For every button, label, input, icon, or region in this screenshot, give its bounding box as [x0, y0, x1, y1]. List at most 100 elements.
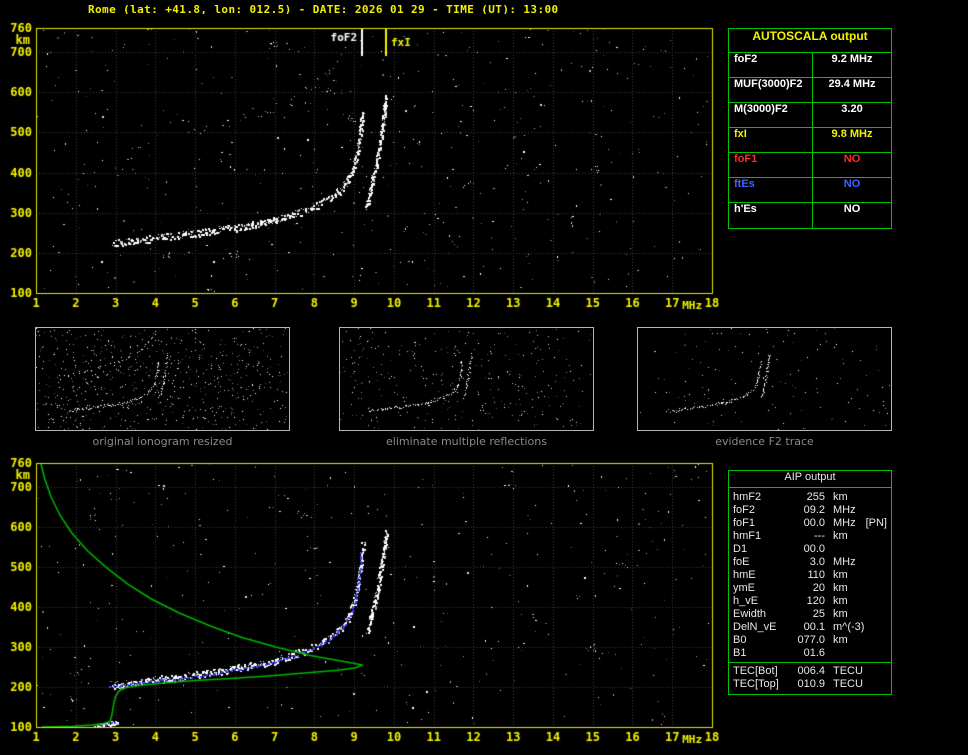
- thumbnail-original-ionogram-canvas: [35, 327, 290, 431]
- aip-param-label: foF2: [733, 504, 756, 516]
- top-ionogram-canvas: [0, 14, 726, 316]
- aip-param-label: TEC[Bot]: [733, 665, 778, 677]
- aip-row: foE 3.0 MHz: [729, 556, 891, 569]
- thumbnail-eliminate-reflections-canvas: [339, 327, 594, 431]
- aip-param-note: [863, 665, 887, 678]
- aip-param-note: [848, 569, 887, 582]
- autoscala-param-value: 3.20: [841, 103, 863, 115]
- aip-param-value: 00.1: [803, 621, 825, 633]
- aip-param-unit: km: [833, 608, 848, 620]
- autoscala-param-value: NO: [843, 153, 861, 165]
- aip-param-note: [848, 608, 887, 621]
- aip-param-value: 010.9: [797, 678, 825, 690]
- aip-row: D1 00.0: [729, 543, 891, 556]
- aip-param-unit: km: [833, 530, 848, 542]
- autoscala-row: foF1 NO: [729, 153, 891, 178]
- autoscala-row: h'Es NO: [729, 203, 891, 228]
- aip-row: hmE 110 km: [729, 569, 891, 582]
- aip-param-unit: MHz: [833, 504, 856, 516]
- aip-param-value: 255: [806, 491, 825, 503]
- aip-header: AIP output: [729, 471, 891, 488]
- aip-param-value: 077.0: [797, 634, 825, 646]
- aip-param-label: TEC[Top]: [733, 678, 779, 690]
- autoscala-row: ftEs NO: [729, 178, 891, 203]
- aip-row: hmF1 --- km: [729, 530, 891, 543]
- autoscala-param-label: foF2: [729, 53, 813, 77]
- autoscala-output-panel: AUTOSCALA output foF2 9.2 MHz MUF(3000)F…: [728, 28, 892, 229]
- aip-param-unit: km: [833, 595, 848, 607]
- thumbnail-caption: original ionogram resized: [92, 435, 233, 448]
- aip-param-unit: km: [833, 634, 848, 646]
- aip-row: B0 077.0 km: [729, 634, 891, 647]
- autoscala-param-value: 9.8 MHz: [831, 128, 873, 140]
- bottom-ionogram-canvas: [0, 455, 726, 755]
- aip-param-unit: TECU: [833, 665, 863, 677]
- aip-param-unit: MHz: [833, 517, 856, 529]
- aip-row: DelN_vE 00.1 m^(-3): [729, 621, 891, 634]
- aip-row: hmF2 255 km: [729, 491, 891, 504]
- aip-param-label: hmF1: [733, 530, 762, 542]
- aip-row: Ewidth 25 km: [729, 608, 891, 621]
- aip-param-note: [PN]: [865, 517, 887, 529]
- thumbnail-caption: evidence F2 trace: [715, 435, 814, 448]
- aip-param-note: [856, 504, 887, 517]
- autoscala-param-label: foF1: [729, 153, 813, 177]
- aip-rows: hmF2 255 km foF2 09.2 MHz foF1 00.0 MHz …: [729, 491, 891, 660]
- aip-param-note: [833, 647, 887, 660]
- autoscala-param-value: NO: [843, 203, 861, 215]
- autoscala-row: fxI 9.8 MHz: [729, 128, 891, 153]
- aip-param-label: foF1: [733, 517, 756, 529]
- aip-param-note: [863, 678, 887, 691]
- aip-param-label: h_vE: [733, 595, 759, 607]
- aip-param-label: Ewidth: [733, 608, 767, 620]
- aip-row: ymE 20 km: [729, 582, 891, 595]
- autoscala-param-label: MUF(3000)F2: [729, 78, 813, 102]
- aip-param-value: 110: [807, 569, 825, 581]
- aip-param-unit: km: [833, 491, 848, 503]
- aip-param-label: DelN_vE: [733, 621, 777, 633]
- aip-param-value: 00.0: [803, 517, 825, 529]
- aip-param-value: 09.2: [803, 504, 825, 516]
- aip-param-value: 3.0: [809, 556, 825, 568]
- aip-param-unit: km: [833, 582, 848, 594]
- aip-param-unit: m^(-3): [833, 621, 865, 633]
- aip-param-label: ymE: [733, 582, 755, 594]
- tec-divider: [729, 662, 891, 663]
- autoscala-header: AUTOSCALA output: [729, 29, 891, 53]
- tec-rows: TEC[Bot] 006.4 TECU TEC[Top] 010.9 TECU: [729, 665, 891, 691]
- aip-param-label: B0: [733, 634, 747, 646]
- autoscala-param-value: NO: [843, 178, 861, 190]
- aip-row: h_vE 120 km: [729, 595, 891, 608]
- aip-param-unit: MHz: [833, 556, 856, 568]
- autoscala-param-label: M(3000)F2: [729, 103, 813, 127]
- aip-param-note: [864, 621, 887, 634]
- autoscala-row: M(3000)F2 3.20: [729, 103, 891, 128]
- autoscala-screen: { "title": "Rome (lat: +41.8, lon: 012.5…: [0, 0, 968, 755]
- aip-param-note: [848, 582, 887, 595]
- aip-param-note: [856, 556, 887, 569]
- autoscala-row: foF2 9.2 MHz: [729, 53, 891, 78]
- aip-param-label: D1: [733, 543, 748, 555]
- aip-param-note: [833, 543, 887, 556]
- aip-param-value: 120: [806, 595, 825, 607]
- aip-param-note: [848, 530, 887, 543]
- aip-param-note: [848, 595, 887, 608]
- autoscala-param-value: 9.2 MHz: [831, 53, 873, 65]
- aip-param-value: 20: [812, 582, 825, 594]
- aip-param-note: [848, 634, 887, 647]
- autoscala-param-value: 29.4 MHz: [828, 78, 876, 90]
- aip-param-label: foE: [733, 556, 750, 568]
- aip-output-panel: AIP output hmF2 255 km foF2 09.2 MHz foF…: [728, 470, 892, 695]
- aip-param-unit: km: [833, 569, 848, 581]
- aip-param-value: 01.6: [803, 647, 825, 659]
- aip-param-label: hmE: [733, 569, 756, 581]
- aip-row: TEC[Bot] 006.4 TECU: [729, 665, 891, 678]
- thumbnail-caption: eliminate multiple reflections: [386, 435, 547, 448]
- aip-param-value: 00.0: [803, 543, 825, 555]
- thumbnail-evidence-f2-trace-canvas: [637, 327, 892, 431]
- autoscala-param-label: ftEs: [729, 178, 813, 202]
- autoscala-rows: foF2 9.2 MHz MUF(3000)F2 29.4 MHz M(3000…: [729, 53, 891, 228]
- aip-param-unit: TECU: [833, 678, 863, 690]
- aip-row: TEC[Top] 010.9 TECU: [729, 678, 891, 691]
- aip-param-label: B1: [733, 647, 747, 659]
